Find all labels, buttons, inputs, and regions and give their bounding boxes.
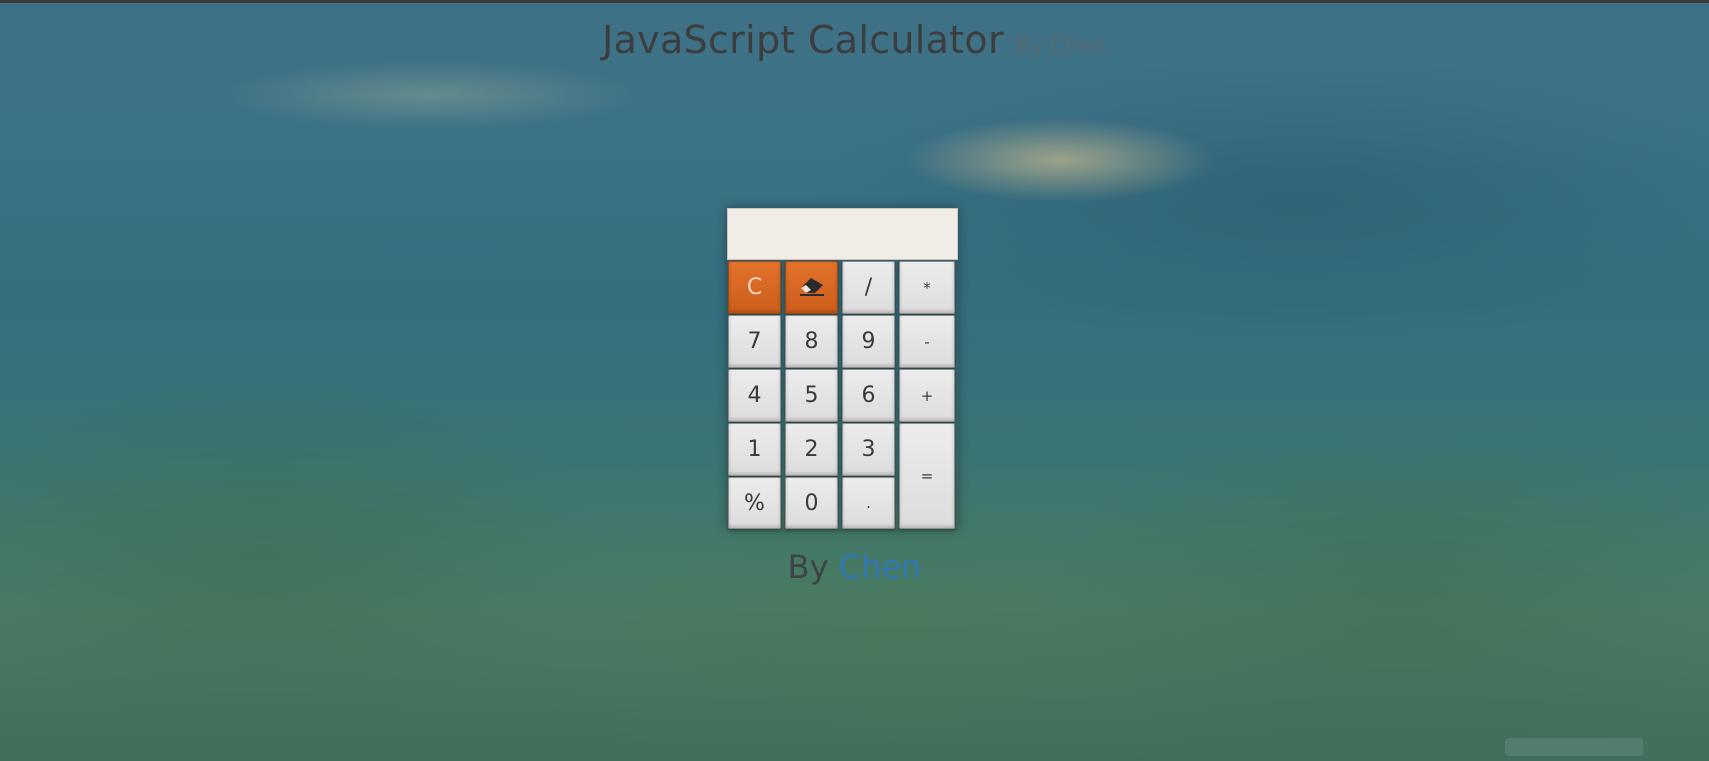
decimal-button[interactable]: . [842,477,895,529]
one-button[interactable]: 1 [728,423,781,476]
backspace-button[interactable] [785,261,838,314]
eraser-icon [797,273,827,303]
footer-by-text: By [787,548,829,586]
plus-button[interactable]: + [899,369,955,422]
calculator: C / * 7 8 9 - 4 5 6 + 1 2 3 = % 0 . [727,208,958,530]
four-button[interactable]: 4 [728,369,781,422]
three-button[interactable]: 3 [842,423,895,476]
two-button[interactable]: 2 [785,423,838,476]
five-button[interactable]: 5 [785,369,838,422]
six-button[interactable]: 6 [842,369,895,422]
eight-button[interactable]: 8 [785,315,838,368]
corner-watermark [1505,738,1643,756]
nine-button[interactable]: 9 [842,315,895,368]
percent-button[interactable]: % [728,477,781,529]
clear-button[interactable]: C [728,261,781,314]
page-title: JavaScript Calculator [602,18,1004,62]
window-top-border [0,0,1709,3]
calculator-display [727,208,958,260]
equals-button[interactable]: = [899,423,955,529]
page-header: JavaScript Calculator By Chen [0,18,1709,62]
seven-button[interactable]: 7 [728,315,781,368]
author-link[interactable]: Chen [839,548,922,586]
title-byline: By Chen [1015,34,1107,59]
minus-button[interactable]: - [899,315,955,368]
multiply-button[interactable]: * [899,261,955,314]
divide-button[interactable]: / [842,261,895,314]
zero-button[interactable]: 0 [785,477,838,529]
page-footer: By Chen [0,548,1709,586]
